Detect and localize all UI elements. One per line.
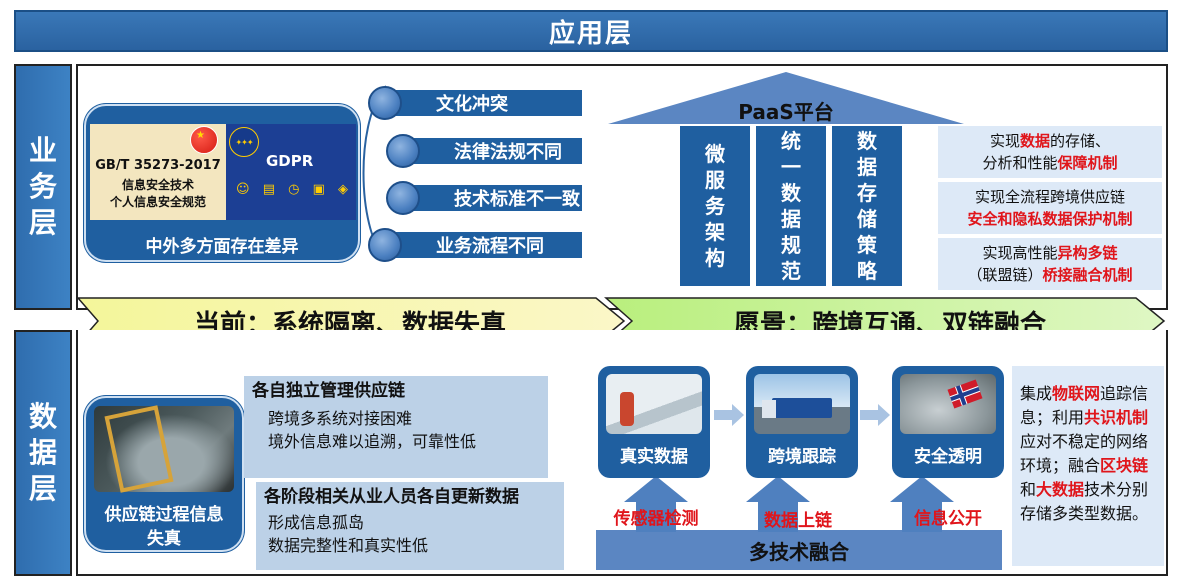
arrow-2	[860, 404, 890, 426]
multi-tech-fusion-text: 多技术融合	[749, 539, 849, 564]
eu-flag-icon: ✦✦✦	[229, 127, 259, 157]
shield-icon: ◈	[338, 182, 348, 197]
issue-culture-bullet	[368, 86, 402, 120]
column-microservice: 微 服 务 架 构	[680, 126, 750, 286]
cn-standard-line2: 信息安全技术	[121, 178, 194, 192]
business-layer-label: 业 务 层	[14, 64, 72, 310]
column-data-storage-strategy: 数 据 存 储 策 略	[832, 126, 902, 286]
problem-independent-management: 各自独立管理供应链 跨境多系统对接困难 境外信息难以追溯，可靠性低	[244, 376, 548, 478]
cn-standard-line3: 个人信息安全规范	[109, 195, 206, 209]
goal-security: 实现全流程跨境供应链 安全和隐私数据保护机制	[938, 182, 1162, 234]
china-flag-icon: ★	[190, 126, 218, 154]
issue-law-bullet	[386, 134, 420, 168]
column-unified-data-spec: 统 一 数 据 规 范	[756, 126, 826, 286]
arrow-1	[714, 404, 744, 426]
info-disclosure-label: 信息公开	[914, 509, 982, 529]
issue-culture: 文化冲突	[394, 90, 582, 116]
node-real-data: 真实数据	[598, 366, 710, 478]
gdpr-label: GDPR	[266, 152, 314, 170]
application-layer-bar: 应用层	[14, 10, 1168, 52]
goal-chain-bridge: 实现高性能异构多链 （联盟链）桥接融合机制	[938, 238, 1162, 290]
fish-photo	[94, 405, 234, 493]
differences-card: ★ GB/T 35273-2017 信息安全技术 个人信息安全规范 ✦✦✦ GD…	[84, 104, 360, 262]
sensor-photo	[606, 374, 702, 434]
clock-icon: ◷	[288, 182, 300, 197]
lock-icon: ▣	[312, 182, 325, 197]
gdpr-image: ✦✦✦ GDPR ☺ ▤ ◷ ▣ ◈	[226, 124, 356, 220]
person-icon: ☺	[236, 182, 250, 197]
multi-tech-fusion-bar: 多技术融合	[596, 530, 1002, 570]
seafood-photo	[900, 374, 996, 434]
issue-standard: 技术标准不一致	[412, 185, 582, 211]
supply-chain-card: 供应链过程信息 失真	[84, 396, 244, 552]
goal-storage: 实现数据的存储、 分析和性能保障机制	[938, 126, 1162, 178]
node-real-data-label: 真实数据	[620, 447, 688, 467]
cn-standard-image: ★ GB/T 35273-2017 信息安全技术 个人信息安全规范	[90, 124, 226, 220]
cn-standard-code: GB/T 35273-2017	[95, 158, 221, 173]
summary-text: 集成物联网追踪信息；利用共识机制应对不稳定的网络环境；融合区块链和大数据技术分别…	[1012, 366, 1164, 566]
issue-law: 法律法规不同	[412, 138, 582, 164]
gdpr-icons: ☺ ▤ ◷ ▣ ◈	[236, 182, 348, 200]
document-icon: ▤	[262, 182, 275, 197]
problem2-heading: 各阶段相关从业人员各自更新数据	[264, 487, 519, 507]
issue-process-bullet	[368, 228, 402, 262]
problem-separate-updates: 各阶段相关从业人员各自更新数据 形成信息孤岛 数据完整性和真实性低	[256, 482, 564, 570]
crate-frame	[104, 405, 174, 493]
truck-photo	[754, 374, 850, 434]
supply-chain-title-1: 供应链过程信息	[104, 505, 224, 525]
issue-standard-bullet	[386, 181, 420, 215]
application-layer-title: 应用层	[548, 18, 633, 49]
node-secure-transparent: 安全透明	[892, 366, 1004, 478]
node-cross-border-tracking-label: 跨境跟踪	[768, 447, 836, 467]
data-onchain-label: 数据上链	[764, 511, 832, 531]
norway-flag-icon	[947, 379, 983, 409]
paas-title: PaaS平台	[738, 100, 834, 124]
data-layer-label: 数 据 层	[14, 330, 72, 576]
problem1-heading: 各自独立管理供应链	[252, 381, 405, 401]
sensor-detection-label: 传感器检测	[613, 509, 699, 529]
differences-card-title: 中外多方面存在差异	[145, 237, 299, 257]
issue-process: 业务流程不同	[394, 232, 582, 258]
node-cross-border-tracking: 跨境跟踪	[746, 366, 858, 478]
supply-chain-title-2: 失真	[147, 529, 181, 549]
node-secure-transparent-label: 安全透明	[914, 447, 982, 467]
